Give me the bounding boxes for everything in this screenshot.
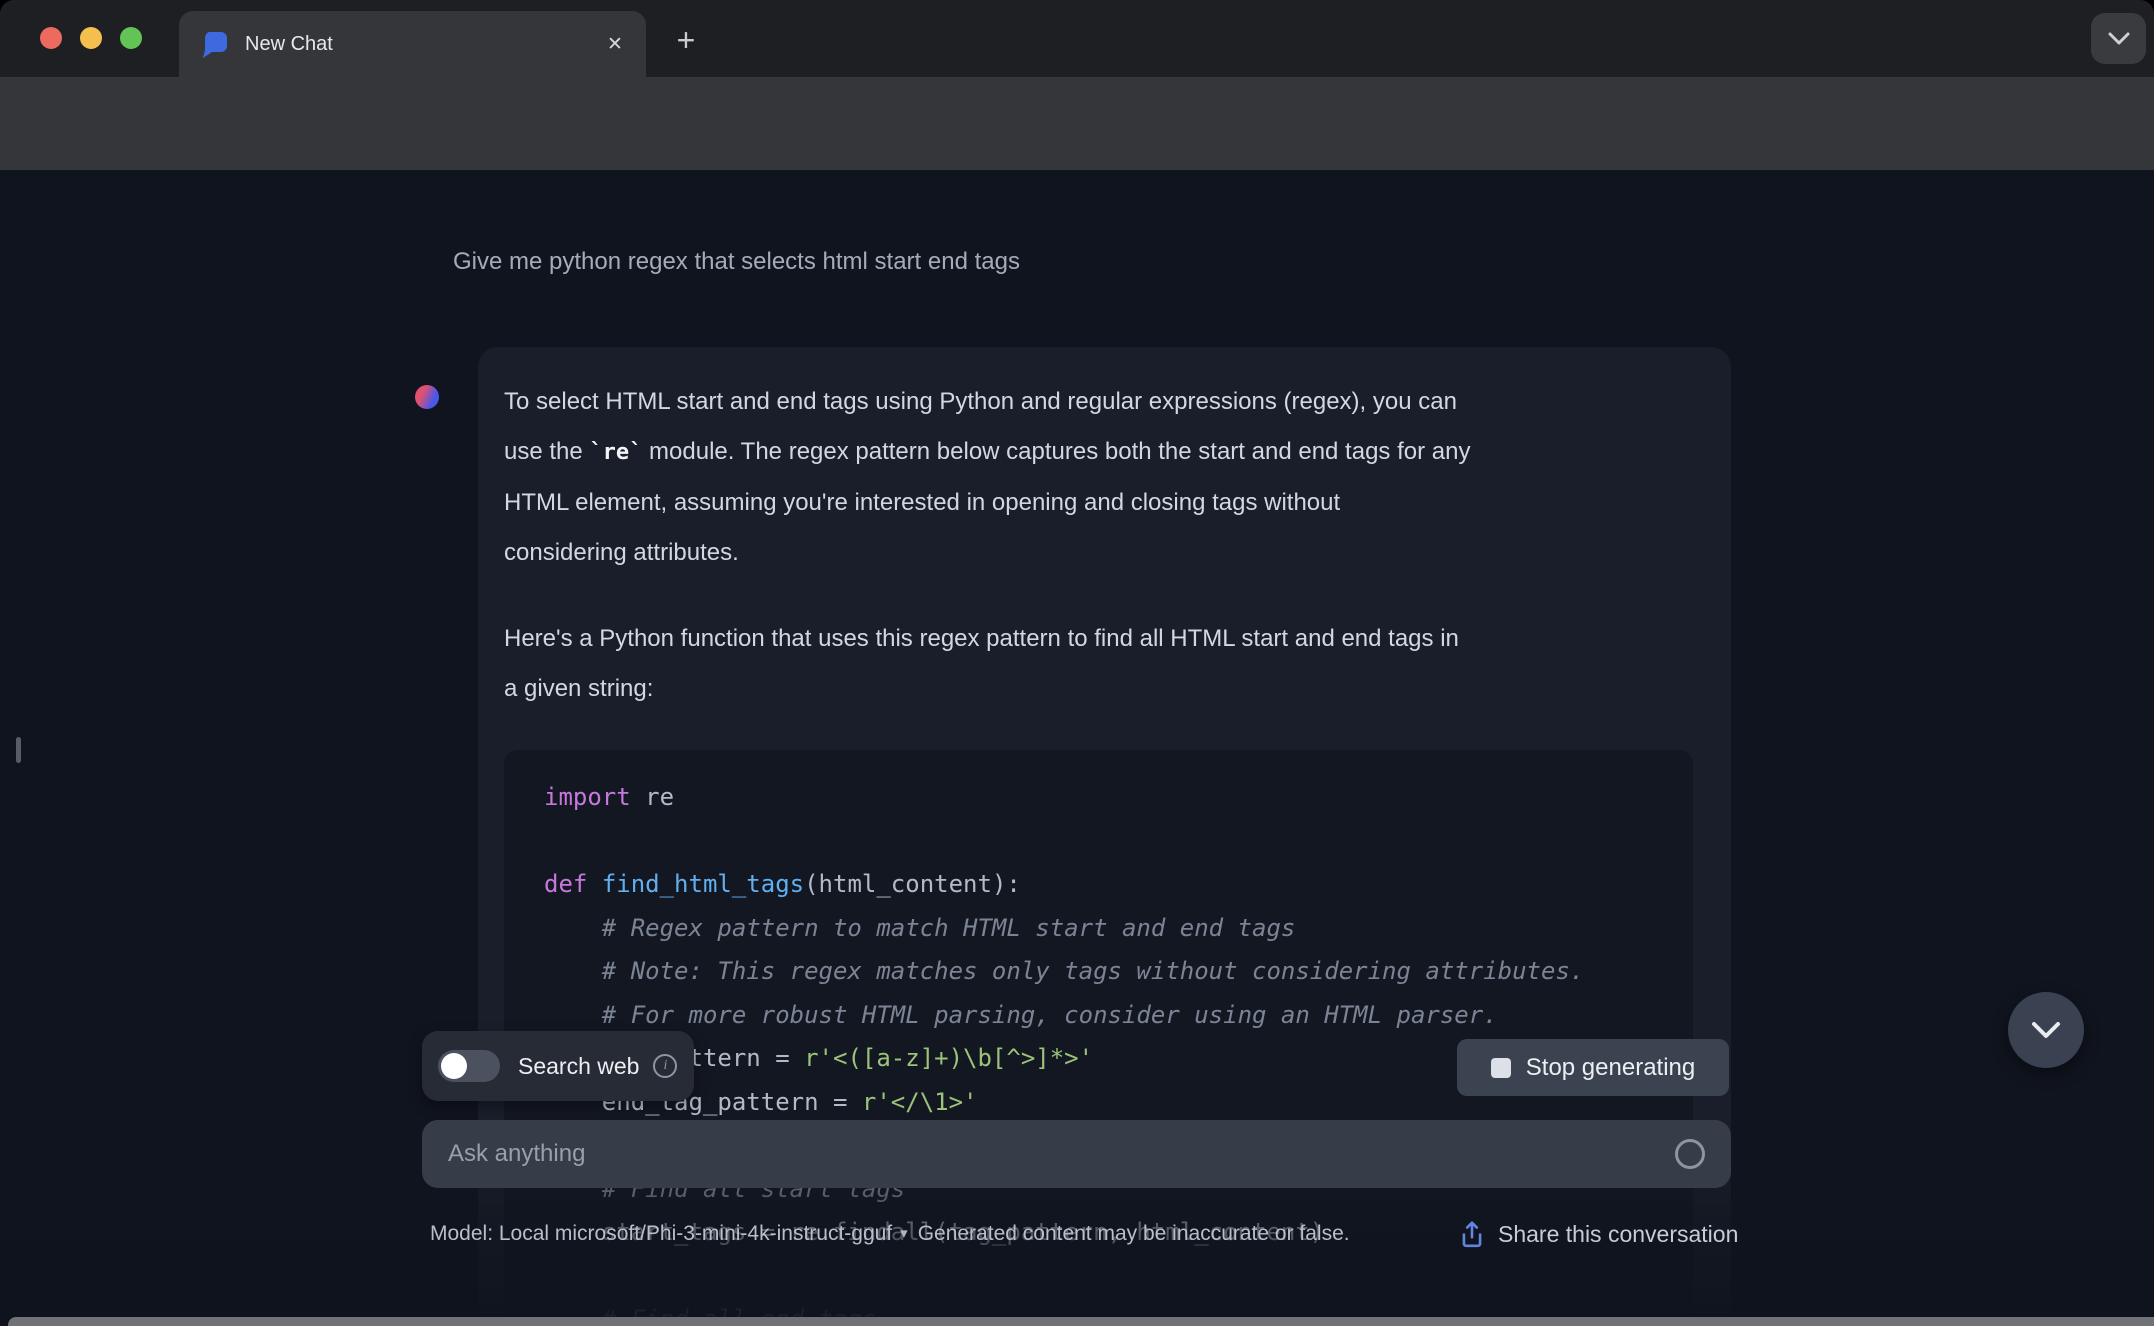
share-conversation-label: Share this conversation: [1498, 1220, 1739, 1247]
assistant-avatar: [415, 385, 439, 409]
search-info-icon[interactable]: i: [653, 1054, 678, 1078]
user-message: Give me python regex that selects html s…: [453, 248, 1020, 275]
browser-toolbar: i localhost:5173/conversation/665727c45d…: [0, 77, 2154, 229]
spinner-icon: [1675, 1139, 1705, 1169]
macos-zoom-button[interactable]: [120, 27, 142, 49]
toggle-knob: [441, 1053, 467, 1079]
search-web-panel: Search web i: [422, 1031, 694, 1101]
tab-title: New Chat: [245, 32, 333, 55]
tab-search-button[interactable]: [2091, 13, 2146, 64]
assistant-paragraphs: To select HTML start and end tags using …: [504, 388, 1471, 702]
disclaimer-text: Generated content may be inaccurate or f…: [917, 1222, 1350, 1245]
background-window-edge: [8, 1317, 2154, 1326]
stop-generating-label: Stop generating: [1525, 1053, 1696, 1081]
stop-generating-button[interactable]: Stop generating: [1457, 1039, 1729, 1096]
model-select-caret-icon[interactable]: ▾: [900, 1217, 908, 1251]
search-web-toggle[interactable]: [438, 1050, 500, 1082]
stop-icon: [1490, 1057, 1511, 1078]
model-info: Model: Local microsoft/Phi-3-mini-4k-ins…: [430, 1217, 1440, 1253]
new-tab-button[interactable]: +: [666, 20, 706, 60]
chevron-down-icon: [2108, 32, 2129, 44]
macos-minimize-button[interactable]: [80, 27, 102, 49]
model-label: Model: Local microsoft/Phi-3-mini-4k-ins…: [430, 1222, 893, 1245]
tab-new-chat[interactable]: New Chat ✕: [179, 11, 646, 77]
chevron-down-icon: [2032, 1022, 2060, 1038]
search-web-label: Search web: [518, 1052, 640, 1079]
scroll-to-bottom-button[interactable]: [2008, 992, 2084, 1068]
page-scrollbar-thumb[interactable]: [16, 737, 21, 763]
message-input-bar: [422, 1120, 1731, 1188]
tab-strip: New Chat ✕ +: [0, 0, 2154, 77]
share-upload-icon: [1462, 1221, 1482, 1248]
macos-close-button[interactable]: [40, 27, 62, 49]
tab-close-icon[interactable]: ✕: [598, 27, 632, 61]
browser-window: New Chat ✕ + i: [0, 0, 2154, 1326]
screen: New Chat ✕ + i: [0, 0, 2154, 1326]
chat-bubble-icon: [203, 32, 227, 58]
ask-anything-input[interactable]: [422, 1120, 1731, 1188]
share-conversation-link[interactable]: Share this conversation: [1459, 1220, 1738, 1248]
